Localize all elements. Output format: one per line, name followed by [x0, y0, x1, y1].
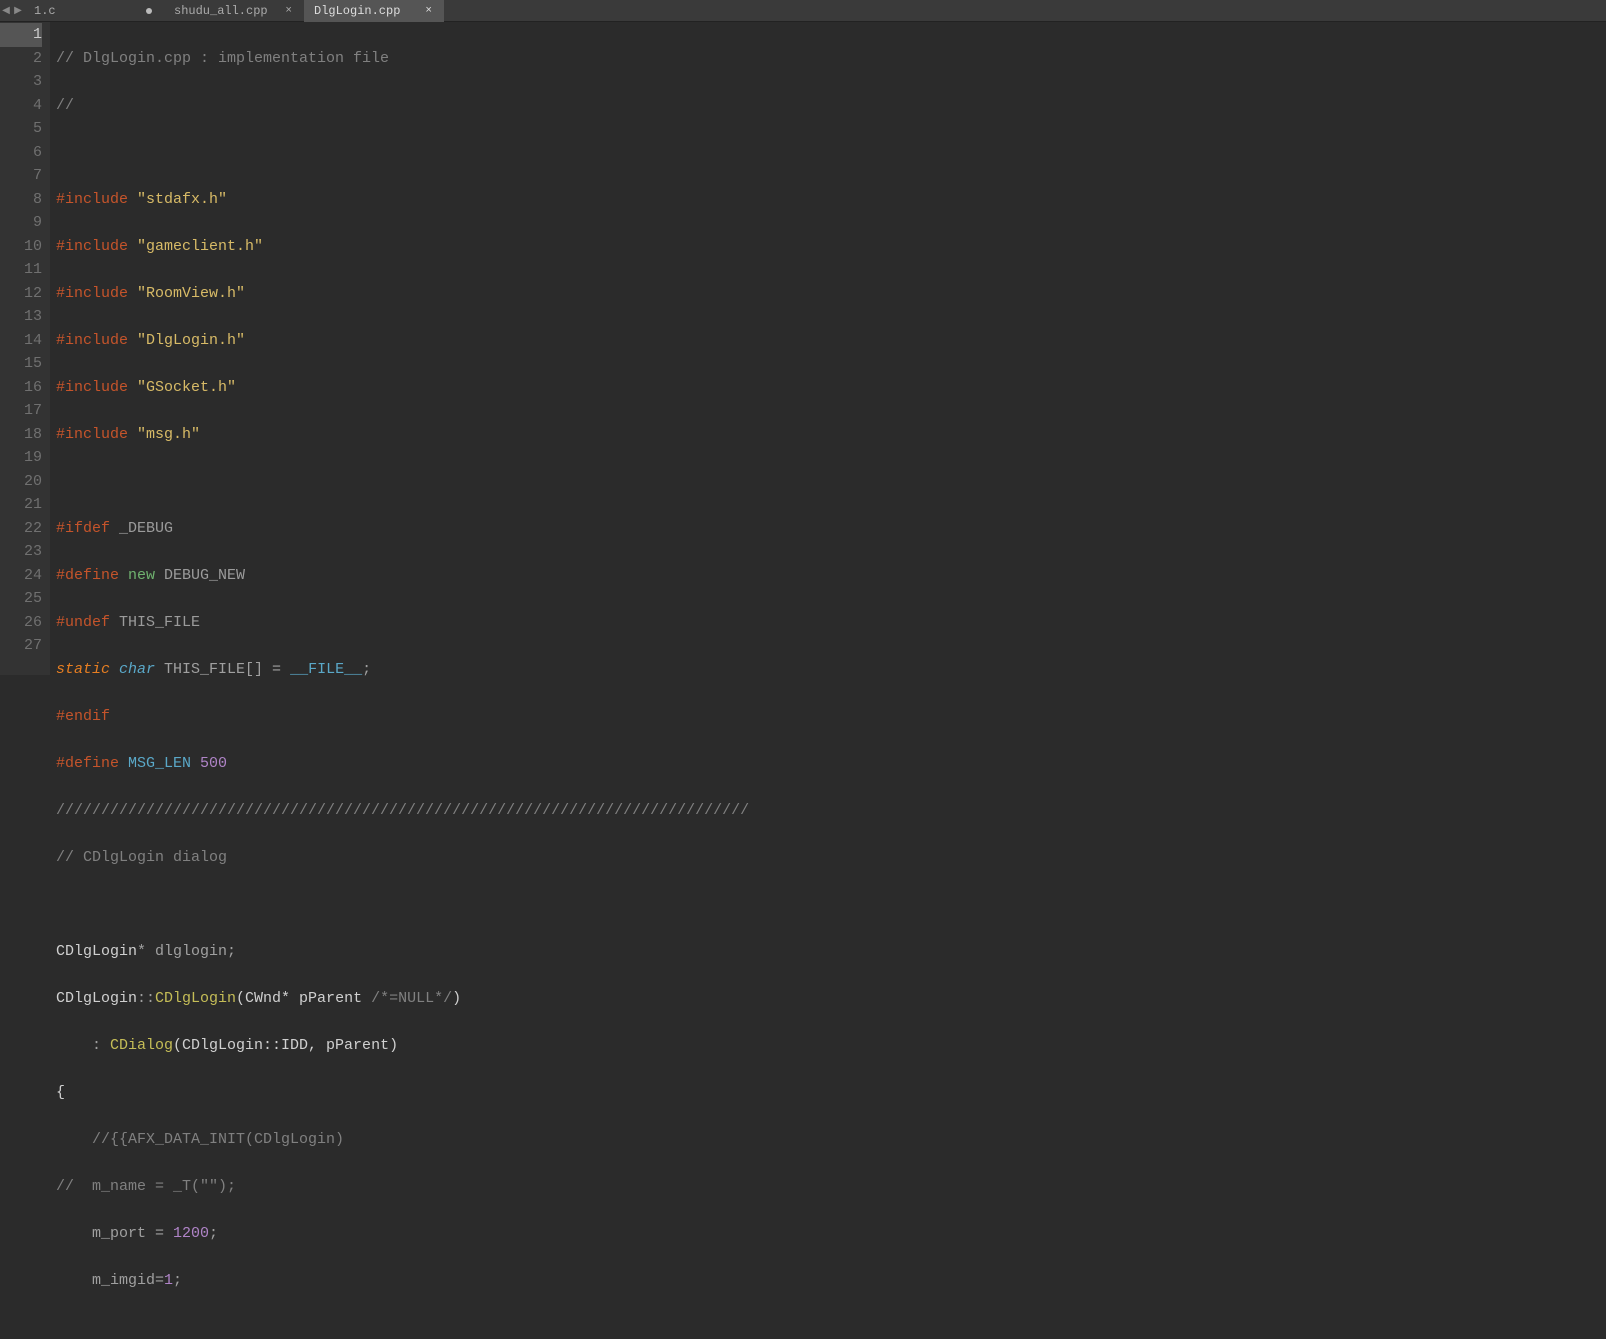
line-number: 5 — [0, 117, 42, 141]
line-number: 12 — [0, 282, 42, 306]
tab-label: 1.c — [34, 4, 56, 18]
line-number: 26 — [0, 611, 42, 635]
line-number: 13 — [0, 305, 42, 329]
tab-dlglogin[interactable]: DlgLogin.cpp × — [304, 0, 444, 22]
tab-1c[interactable]: 1.c — [24, 0, 164, 22]
line-number: 21 — [0, 493, 42, 517]
line-number: 17 — [0, 399, 42, 423]
line-number: 4 — [0, 94, 42, 118]
line-number: 8 — [0, 188, 42, 212]
line-number: 20 — [0, 470, 42, 494]
line-number: 2 — [0, 47, 42, 71]
tab-bar: ◀ ▶ 1.c shudu_all.cpp × DlgLogin.cpp × — [0, 0, 1606, 22]
line-number: 11 — [0, 258, 42, 282]
line-number: 14 — [0, 329, 42, 353]
close-icon[interactable]: × — [283, 5, 294, 17]
close-icon[interactable]: × — [423, 5, 434, 17]
tab-shudu[interactable]: shudu_all.cpp × — [164, 0, 304, 22]
tab-label: shudu_all.cpp — [174, 4, 268, 18]
modified-dot-icon — [146, 8, 152, 14]
line-number: 23 — [0, 540, 42, 564]
line-number: 6 — [0, 141, 42, 165]
nav-forward-icon[interactable]: ▶ — [12, 0, 24, 22]
editor: 1234567891011121314151617181920212223242… — [0, 22, 1606, 675]
line-number: 24 — [0, 564, 42, 588]
nav-back-icon[interactable]: ◀ — [0, 0, 12, 22]
line-number: 9 — [0, 211, 42, 235]
line-number: 15 — [0, 352, 42, 376]
line-number: 10 — [0, 235, 42, 259]
line-number: 22 — [0, 517, 42, 541]
line-number: 7 — [0, 164, 42, 188]
line-number: 19 — [0, 446, 42, 470]
line-number: 1 — [0, 23, 42, 47]
line-number: 25 — [0, 587, 42, 611]
line-number: 27 — [0, 634, 42, 658]
line-number: 16 — [0, 376, 42, 400]
tab-label: DlgLogin.cpp — [314, 4, 400, 18]
code-pane[interactable]: // DlgLogin.cpp : implementation file //… — [50, 22, 1606, 675]
line-number: 18 — [0, 423, 42, 447]
line-number: 3 — [0, 70, 42, 94]
line-gutter: 1234567891011121314151617181920212223242… — [0, 22, 50, 675]
